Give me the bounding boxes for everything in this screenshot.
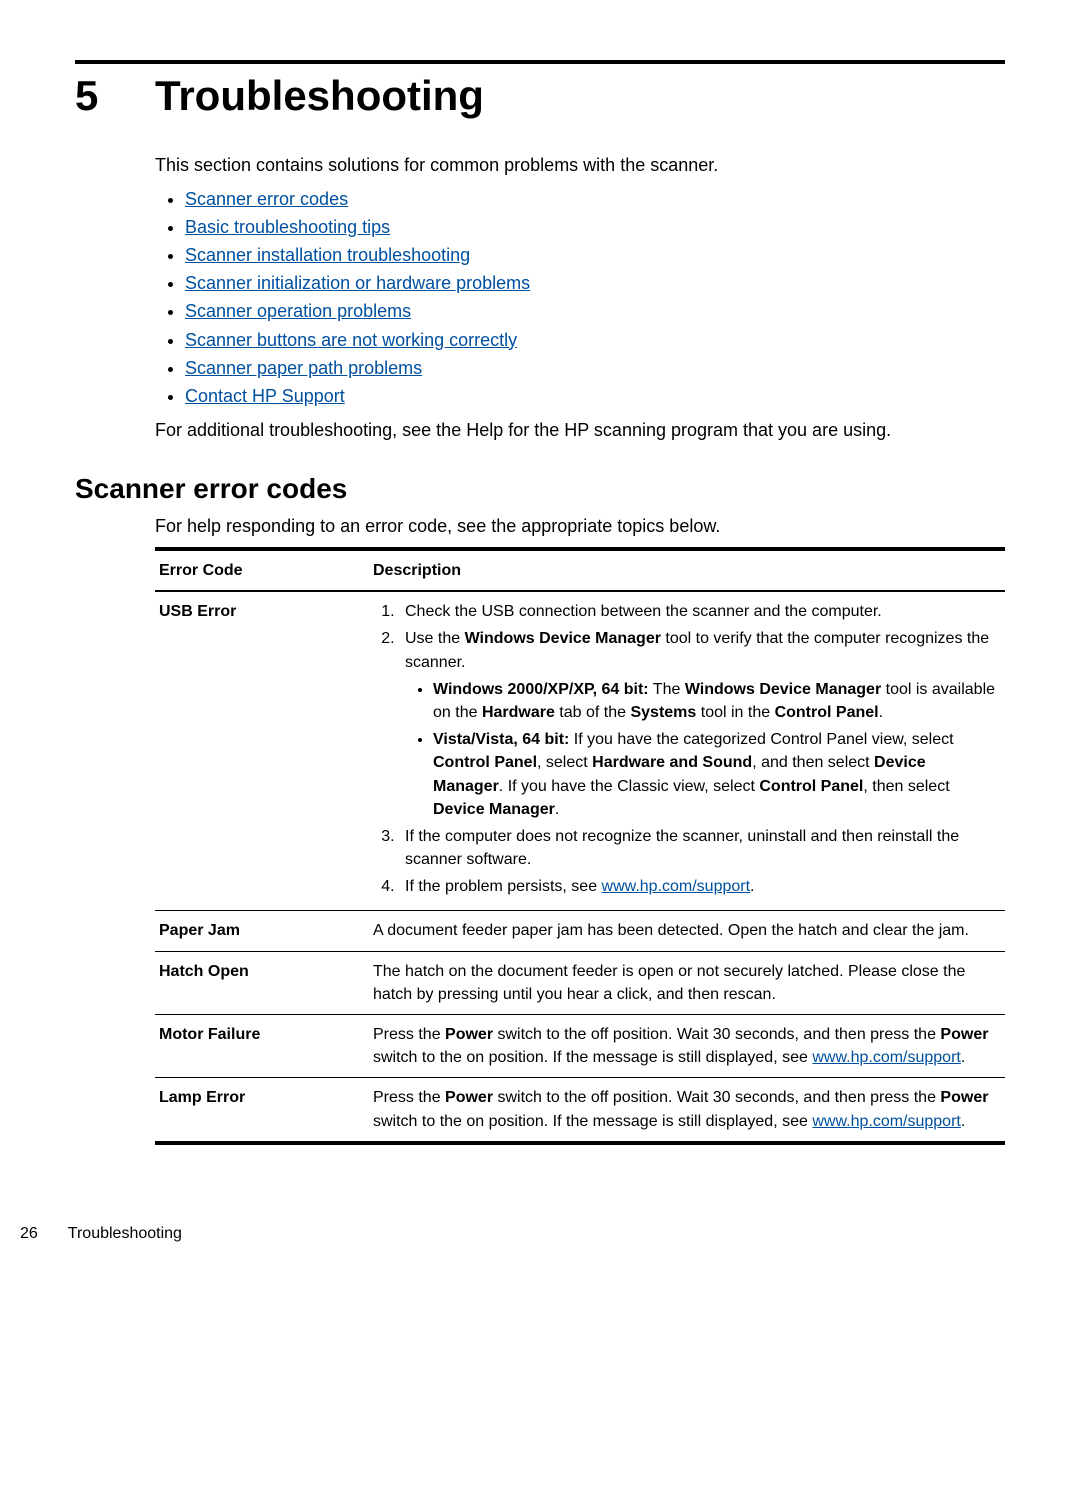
error-description: A document feeder paper jam has been det… [369, 911, 1005, 951]
bold-text: Systems [630, 704, 696, 721]
section-intro: For help responding to an error code, se… [155, 513, 1005, 539]
additional-paragraph: For additional troubleshooting, see the … [155, 417, 1005, 443]
support-link[interactable]: www.hp.com/support [812, 1049, 961, 1066]
topic-link[interactable]: Contact HP Support [185, 386, 345, 406]
text: . [879, 704, 883, 721]
list-item: Scanner installation troubleshooting [185, 242, 1005, 268]
list-item: Scanner buttons are not working correctl… [185, 327, 1005, 353]
error-description: Press the Power switch to the off positi… [369, 1078, 1005, 1143]
bold-text: Windows Device Manager [685, 681, 881, 698]
bold-text: Power [940, 1026, 988, 1043]
step: Use the Windows Device Manager tool to v… [399, 627, 995, 821]
table-row: Paper Jam A document feeder paper jam ha… [155, 911, 1005, 951]
bold-text: Device Manager [433, 801, 555, 818]
error-code: Motor Failure [155, 1015, 369, 1078]
bold-text: Control Panel [759, 778, 863, 795]
text: switch to the off position. Wait 30 seco… [493, 1089, 940, 1106]
error-code: Hatch Open [155, 951, 369, 1014]
topic-link[interactable]: Basic troubleshooting tips [185, 217, 390, 237]
bold-text: Control Panel [433, 754, 537, 771]
text: . [961, 1049, 965, 1066]
topic-link[interactable]: Scanner buttons are not working correctl… [185, 330, 517, 350]
text: . [555, 801, 559, 818]
chapter-body: This section contains solutions for comm… [155, 152, 1005, 443]
bold-text: Power [445, 1026, 493, 1043]
sub-item: Vista/Vista, 64 bit: If you have the cat… [433, 728, 995, 821]
text: . [750, 878, 754, 895]
text: switch to the on position. If the messag… [373, 1113, 812, 1130]
page-number: 26 [20, 1225, 38, 1243]
table-header-code: Error Code [155, 549, 369, 591]
error-description: Press the Power switch to the off positi… [369, 1015, 1005, 1078]
table-row: Motor Failure Press the Power switch to … [155, 1015, 1005, 1078]
step: If the problem persists, see www.hp.com/… [399, 875, 995, 898]
error-code: USB Error [155, 591, 369, 911]
sub-item: Windows 2000/XP/XP, 64 bit: The Windows … [433, 678, 995, 724]
page-footer: 26 Troubleshooting [20, 1225, 1005, 1243]
section-body: For help responding to an error code, se… [155, 513, 1005, 1145]
error-description: Check the USB connection between the sca… [369, 591, 1005, 911]
error-code: Paper Jam [155, 911, 369, 951]
list-item: Scanner initialization or hardware probl… [185, 270, 1005, 296]
list-item: Contact HP Support [185, 383, 1005, 409]
text: . [961, 1113, 965, 1130]
section-heading: Scanner error codes [75, 473, 1005, 505]
text: switch to the on position. If the messag… [373, 1049, 812, 1066]
text: tab of the [555, 704, 631, 721]
topic-link[interactable]: Scanner installation troubleshooting [185, 245, 470, 265]
text: If you have the categorized Control Pane… [569, 731, 953, 748]
text: tool in the [696, 704, 774, 721]
support-link[interactable]: www.hp.com/support [602, 878, 751, 895]
support-link[interactable]: www.hp.com/support [812, 1113, 961, 1130]
chapter-title: Troubleshooting [155, 72, 484, 120]
list-item: Basic troubleshooting tips [185, 214, 1005, 240]
topic-link[interactable]: Scanner paper path problems [185, 358, 422, 378]
topic-link[interactable]: Scanner initialization or hardware probl… [185, 273, 530, 293]
text: If the problem persists, see [405, 878, 602, 895]
top-rule [75, 60, 1005, 64]
error-code-table: Error Code Description USB Error Check t… [155, 547, 1005, 1145]
text: , and then select [752, 754, 874, 771]
topic-list: Scanner error codes Basic troubleshootin… [155, 186, 1005, 409]
step: Check the USB connection between the sca… [399, 600, 995, 623]
intro-paragraph: This section contains solutions for comm… [155, 152, 1005, 178]
topic-link[interactable]: Scanner error codes [185, 189, 348, 209]
text: The [649, 681, 685, 698]
step: If the computer does not recognize the s… [399, 825, 995, 871]
text: , select [537, 754, 592, 771]
chapter-number: 5 [75, 72, 155, 120]
bold-text: Windows Device Manager [465, 630, 661, 647]
topic-link[interactable]: Scanner operation problems [185, 301, 411, 321]
error-description: The hatch on the document feeder is open… [369, 951, 1005, 1014]
bold-text: Vista/Vista, 64 bit: [433, 731, 569, 748]
table-row: USB Error Check the USB connection betwe… [155, 591, 1005, 911]
error-code: Lamp Error [155, 1078, 369, 1143]
bold-text: Control Panel [775, 704, 879, 721]
bold-text: Power [940, 1089, 988, 1106]
bold-text: Power [445, 1089, 493, 1106]
list-item: Scanner operation problems [185, 298, 1005, 324]
bold-text: Windows 2000/XP/XP, 64 bit: [433, 681, 649, 698]
document-page: 5 Troubleshooting This section contains … [0, 0, 1080, 1283]
table-header-desc: Description [369, 549, 1005, 591]
text: switch to the off position. Wait 30 seco… [493, 1026, 940, 1043]
footer-title: Troubleshooting [68, 1225, 182, 1243]
table-row: Lamp Error Press the Power switch to the… [155, 1078, 1005, 1143]
text: . If you have the Classic view, select [499, 778, 760, 795]
list-item: Scanner error codes [185, 186, 1005, 212]
bold-text: Hardware and Sound [592, 754, 752, 771]
text: Press the [373, 1089, 445, 1106]
table-row: Hatch Open The hatch on the document fee… [155, 951, 1005, 1014]
text: , then select [863, 778, 949, 795]
bold-text: Hardware [482, 704, 555, 721]
chapter-header: 5 Troubleshooting [75, 72, 1005, 120]
list-item: Scanner paper path problems [185, 355, 1005, 381]
text: Press the [373, 1026, 445, 1043]
text: Use the [405, 630, 465, 647]
